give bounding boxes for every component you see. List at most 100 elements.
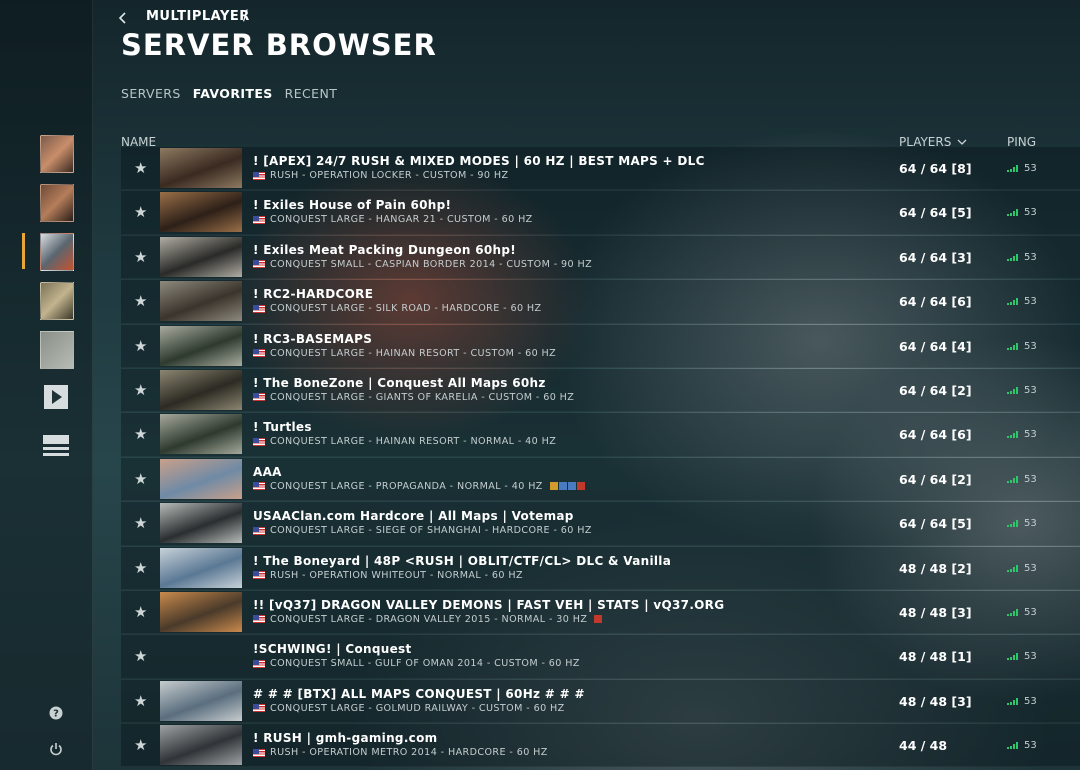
- map-thumbnail: [160, 281, 242, 322]
- signal-bars-icon: [1007, 564, 1018, 572]
- favorite-star-icon[interactable]: ★: [134, 514, 147, 532]
- favorite-star-icon[interactable]: ★: [134, 203, 147, 221]
- favorite-star-icon[interactable]: ★: [134, 425, 147, 443]
- map-thumbnail: [160, 148, 242, 188]
- chevron-left-icon: [118, 12, 126, 24]
- player-count: 64 / 64 [5]: [899, 205, 972, 221]
- server-meta-text: CONQUEST LARGE - HAINAN RESORT - CUSTOM …: [270, 347, 557, 359]
- sidebar: ?: [0, 0, 93, 770]
- ping-cell: 53: [1007, 563, 1037, 574]
- feature-badge-icon: [594, 615, 603, 624]
- favorite-star-icon[interactable]: ★: [134, 736, 147, 754]
- player-count: 48 / 48 [3]: [899, 604, 972, 620]
- favorite-star-icon[interactable]: ★: [134, 337, 147, 355]
- favorite-star-icon[interactable]: ★: [134, 248, 147, 266]
- favorite-star-icon[interactable]: ★: [134, 292, 147, 310]
- emblem-avatar[interactable]: [40, 331, 74, 369]
- soldier-avatar-1[interactable]: [40, 135, 74, 173]
- server-row[interactable]: ★ ! The Boneyard | 48P <RUSH | OBLIT/CTF/…: [121, 546, 1080, 590]
- soldier-avatar-2[interactable]: [40, 184, 74, 222]
- favorite-star-icon[interactable]: ★: [134, 381, 147, 399]
- help-icon[interactable]: ?: [42, 699, 70, 727]
- map-thumbnail: [160, 547, 242, 588]
- server-row[interactable]: ★ ! [APEX] 24/7 RUSH & MIXED MODES | 60 H…: [121, 147, 1080, 191]
- back-button[interactable]: [118, 9, 126, 28]
- server-meta-text: CONQUEST SMALL - CASPIAN BORDER 2014 - C…: [270, 258, 593, 270]
- ping-cell: 53: [1007, 474, 1037, 485]
- tab-recent[interactable]: RECENT: [285, 86, 338, 101]
- ping-value: 53: [1024, 296, 1037, 308]
- server-meta-text: CONQUEST SMALL - GULF OF OMAN 2014 - CUS…: [270, 658, 580, 670]
- map-thumbnail: [160, 725, 242, 766]
- server-name: USAAClan.com Hardcore | All Maps | Votem…: [253, 509, 574, 524]
- us-flag-icon: [253, 260, 265, 269]
- server-meta-text: CONQUEST LARGE - SILK ROAD - HARDCORE - …: [270, 303, 542, 315]
- server-row[interactable]: ★ ! The BoneZone | Conquest All Maps 60hz…: [121, 368, 1080, 413]
- feature-badge-icon: [549, 482, 558, 491]
- server-row[interactable]: ★ AAA CONQUEST LARGE - PROPAGANDA - NORMAL…: [121, 457, 1080, 502]
- server-row[interactable]: ★ ! Exiles Meat Packing Dungeon 60hp! CONQ…: [121, 235, 1080, 280]
- signal-bars-icon: [1007, 520, 1018, 528]
- map-thumbnail: [160, 236, 242, 277]
- tab-servers[interactable]: SERVERS: [121, 86, 181, 101]
- map-thumbnail: [160, 503, 242, 544]
- favorite-star-icon[interactable]: ★: [134, 647, 147, 665]
- favorite-star-icon[interactable]: ★: [134, 159, 147, 177]
- favorite-star-icon[interactable]: ★: [134, 692, 147, 710]
- tab-favorites[interactable]: FAVORITES: [193, 86, 273, 101]
- us-flag-icon: [253, 171, 265, 180]
- server-name: ! Exiles House of Pain 60hp!: [253, 198, 452, 213]
- server-row[interactable]: ★ ! RC2-HARDCORE CONQUEST LARGE - SILK ROA…: [121, 280, 1080, 324]
- favorite-star-icon[interactable]: ★: [134, 470, 147, 488]
- ping-cell: 53: [1007, 252, 1037, 263]
- player-count: 64 / 64 [5]: [899, 516, 972, 532]
- ping-value: 53: [1024, 606, 1037, 618]
- signal-bars-icon: [1007, 653, 1018, 661]
- ping-cell: 53: [1007, 163, 1037, 174]
- breadcrumb-separator: /: [243, 8, 248, 24]
- server-row[interactable]: ★ USAAClan.com Hardcore | All Maps | Vote…: [121, 502, 1080, 546]
- ping-value: 53: [1024, 163, 1037, 174]
- soldier-avatar-4[interactable]: [40, 282, 74, 320]
- server-row[interactable]: ★ ! Turtles CONQUEST LARGE - HAINAN RESORT…: [121, 413, 1080, 457]
- server-row[interactable]: ★ !SCHWING! | Conquest CONQUEST SMALL - GU…: [121, 635, 1080, 679]
- favorite-star-icon[interactable]: ★: [134, 603, 147, 621]
- map-thumbnail: [160, 325, 242, 366]
- server-row[interactable]: ★ !! [vQ37] DRAGON VALLEY DEMONS | FAST V…: [121, 590, 1080, 635]
- server-meta: CONQUEST LARGE - GOLMUD RAILWAY - CUSTOM…: [253, 703, 565, 714]
- svg-text:?: ?: [53, 709, 59, 720]
- player-count: 64 / 64 [3]: [899, 249, 972, 265]
- ping-value: 53: [1024, 429, 1037, 441]
- ping-value: 53: [1024, 740, 1037, 752]
- breadcrumb[interactable]: MULTIPLAYER: [146, 9, 250, 24]
- server-meta-text: CONQUEST LARGE - HAINAN RESORT - NORMAL …: [270, 436, 557, 448]
- server-meta-text: CONQUEST LARGE - HANGAR 21 - CUSTOM - 60…: [270, 214, 533, 226]
- signal-bars-icon: [1007, 431, 1018, 439]
- server-row[interactable]: ★ ! RUSH | gmh-gaming.com RUSH - OPERATION…: [121, 724, 1080, 768]
- player-count: 64 / 64 [8]: [899, 161, 972, 176]
- menu-icon[interactable]: [42, 432, 70, 460]
- ping-value: 53: [1024, 473, 1037, 485]
- ping-cell: 53: [1007, 696, 1037, 707]
- power-icon[interactable]: [42, 735, 70, 763]
- server-name: !SCHWING! | Conquest: [253, 642, 412, 657]
- us-flag-icon: [253, 482, 265, 491]
- server-row[interactable]: ★ ! Exiles House of Pain 60hp! CONQUEST LA…: [121, 191, 1080, 235]
- signal-bars-icon: [1007, 209, 1018, 217]
- signal-bars-icon: [1007, 742, 1018, 750]
- us-flag-icon: [253, 704, 265, 713]
- server-name: ! RUSH | gmh-gaming.com: [253, 731, 438, 746]
- soldier-avatar-3[interactable]: [40, 233, 74, 271]
- ping-cell: 53: [1007, 518, 1037, 529]
- server-row[interactable]: ★ ! RC3-BASEMAPS CONQUEST LARGE - HAINAN R…: [121, 324, 1080, 368]
- favorite-star-icon[interactable]: ★: [134, 559, 147, 577]
- ping-cell: 53: [1007, 740, 1037, 751]
- player-count: 64 / 64 [6]: [899, 427, 972, 443]
- us-flag-icon: [253, 215, 265, 224]
- signal-bars-icon: [1007, 342, 1018, 350]
- signal-bars-icon: [1007, 253, 1018, 261]
- server-name: ! Exiles Meat Packing Dungeon 60hp!: [253, 242, 516, 257]
- server-row[interactable]: ★ # # # [BTX] ALL MAPS CONQUEST | 60Hz # …: [121, 679, 1080, 724]
- server-meta: CONQUEST SMALL - CASPIAN BORDER 2014 - C…: [253, 259, 592, 270]
- play-icon[interactable]: [42, 383, 70, 411]
